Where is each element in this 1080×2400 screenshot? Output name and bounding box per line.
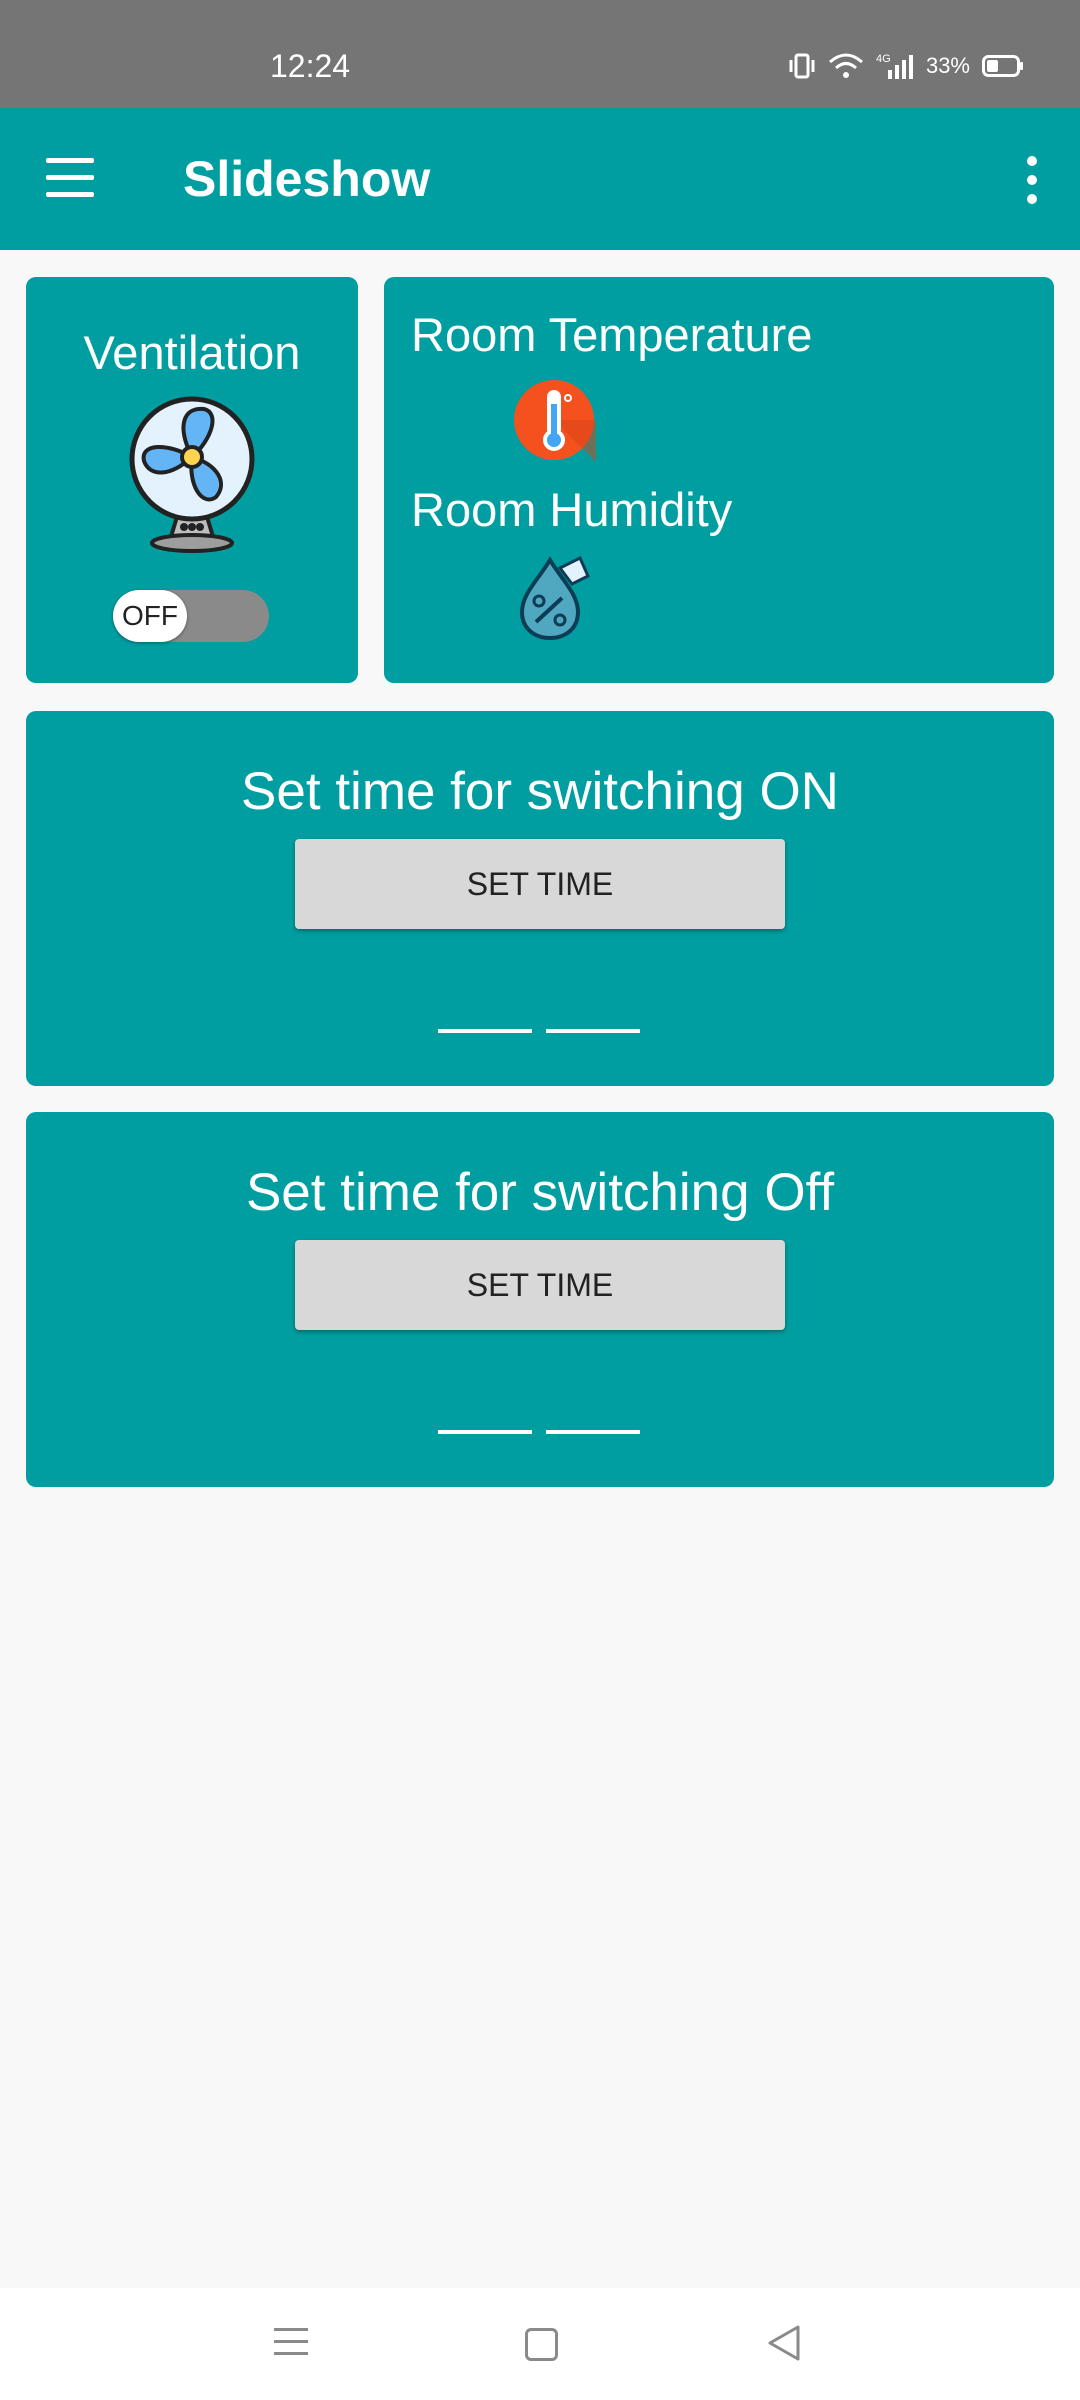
hours-placeholder	[438, 1430, 532, 1434]
system-nav-bar	[0, 2288, 1080, 2400]
room-temperature-label: Room Temperature	[411, 308, 813, 361]
timer-on-time-display	[438, 1029, 640, 1033]
signal-4g-icon: 4G	[876, 53, 913, 79]
set-time-off-button[interactable]: SET TIME	[295, 1240, 785, 1330]
minutes-placeholder	[546, 1430, 640, 1434]
status-bar: 12:24 4G 33%	[0, 0, 1080, 108]
svg-text:4G: 4G	[876, 53, 891, 65]
sensor-card: Room Temperature Room Humidity	[384, 277, 1054, 683]
timer-on-card: Set time for switching ON SET TIME	[26, 711, 1054, 1086]
thermometer-icon	[514, 380, 596, 462]
timer-off-title: Set time for switching Off	[245, 1163, 835, 1222]
more-vert-icon[interactable]	[1020, 156, 1044, 204]
menu-icon[interactable]	[46, 158, 94, 198]
status-time: 12:24	[270, 48, 351, 84]
fan-icon	[129, 396, 255, 553]
status-icons: 4G 33%	[788, 52, 1024, 80]
humidity-icon	[519, 555, 590, 640]
ventilation-title: Ventilation	[83, 326, 301, 379]
app-bar: Slideshow	[0, 108, 1080, 250]
hours-placeholder	[438, 1029, 532, 1033]
set-time-on-button[interactable]: SET TIME	[295, 839, 785, 929]
timer-off-card: Set time for switching Off SET TIME	[26, 1112, 1054, 1487]
ventilation-card: Ventilation OFF	[26, 277, 358, 683]
recents-icon[interactable]	[274, 2328, 308, 2364]
ventilation-toggle[interactable]: OFF	[113, 590, 269, 642]
vibrate-icon	[789, 53, 815, 79]
minutes-placeholder	[546, 1029, 640, 1033]
battery-icon	[982, 55, 1023, 77]
wifi-icon	[828, 53, 863, 78]
toggle-label: OFF	[113, 590, 187, 642]
timer-on-title: Set time for switching ON	[241, 762, 839, 821]
timer-off-time-display	[438, 1430, 640, 1434]
app-title: Slideshow	[183, 151, 431, 207]
battery-percent: 33%	[925, 53, 970, 78]
back-icon[interactable]	[766, 2324, 802, 2362]
room-humidity-label: Room Humidity	[411, 483, 733, 536]
home-icon[interactable]	[525, 2328, 558, 2361]
